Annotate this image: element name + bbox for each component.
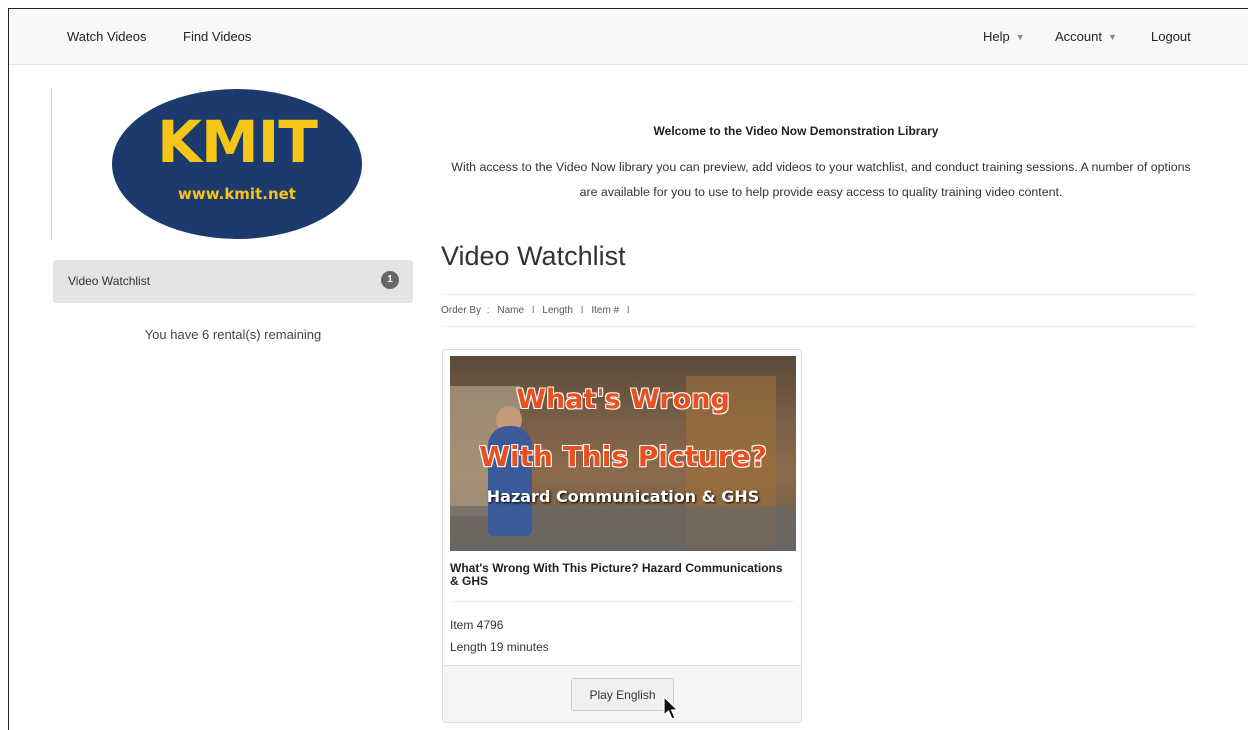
order-by-item-link[interactable]: Item #	[591, 305, 619, 316]
video-thumbnail[interactable]: What's Wrong With This Picture? Hazard C…	[450, 356, 796, 551]
order-by-name-link[interactable]: Name	[497, 305, 524, 316]
logo-container: KMIT www.kmit.net	[51, 88, 411, 240]
video-title: What's Wrong With This Picture? Hazard C…	[450, 561, 783, 588]
nav-help-label: Help	[983, 29, 1010, 44]
mouse-pointer-icon	[663, 695, 679, 720]
thumbnail-title-line1: What's Wrong	[516, 384, 730, 415]
nav-find-videos[interactable]: Find Videos	[183, 9, 251, 65]
rentals-remaining-text: You have 6 rental(s) remaining	[144, 327, 322, 342]
logo-main-text: KMIT	[157, 108, 318, 176]
chevron-down-icon: ▼	[1015, 32, 1025, 42]
nav-help-dropdown[interactable]: Help ▼	[983, 9, 1025, 65]
page-title: Video Watchlist	[441, 241, 626, 271]
card-footer: Play English	[443, 665, 801, 722]
order-separator: I	[580, 305, 584, 316]
logo-url-text: www.kmit.net	[178, 185, 296, 203]
top-navbar: Watch Videos Find Videos Help ▼ Account ▼ …	[9, 9, 1248, 65]
thumbnail-subtitle: Hazard Communication & GHS	[486, 487, 760, 506]
order-by-bar: Order By : Name I Length I Item # I	[441, 294, 1195, 327]
welcome-title: Welcome to the Video Now Demonstration L…	[653, 124, 939, 138]
order-separator: I	[531, 305, 535, 316]
order-by-colon: :	[486, 305, 490, 316]
sidebar-item-video-watchlist[interactable]: Video Watchlist 1	[53, 260, 413, 303]
video-card: What's Wrong With This Picture? Hazard C…	[442, 349, 802, 723]
order-by-label: Order By	[441, 305, 482, 316]
video-length: Length 19 minutes	[450, 640, 549, 654]
nav-logout[interactable]: Logout	[1151, 9, 1191, 65]
order-separator: I	[626, 305, 630, 316]
play-english-button[interactable]: Play English	[571, 678, 674, 711]
browser-frame: Watch Videos Find Videos Help ▼ Account ▼ …	[8, 8, 1248, 730]
card-divider	[450, 601, 794, 602]
welcome-description: With access to the Video Now library you…	[451, 160, 1191, 199]
nav-account-label: Account	[1055, 29, 1102, 44]
video-item-number: Item 4796	[450, 618, 504, 632]
thumbnail-title-line2: With This Picture?	[479, 440, 767, 473]
nav-account-dropdown[interactable]: Account ▼	[1055, 9, 1117, 65]
order-by-length-link[interactable]: Length	[542, 305, 573, 316]
sidebar-item-label: Video Watchlist	[68, 274, 151, 288]
watchlist-count-badge: 1	[381, 271, 399, 289]
chevron-down-icon: ▼	[1107, 32, 1117, 42]
nav-watch-videos[interactable]: Watch Videos	[67, 9, 147, 65]
kmit-logo: KMIT www.kmit.net	[112, 89, 362, 239]
